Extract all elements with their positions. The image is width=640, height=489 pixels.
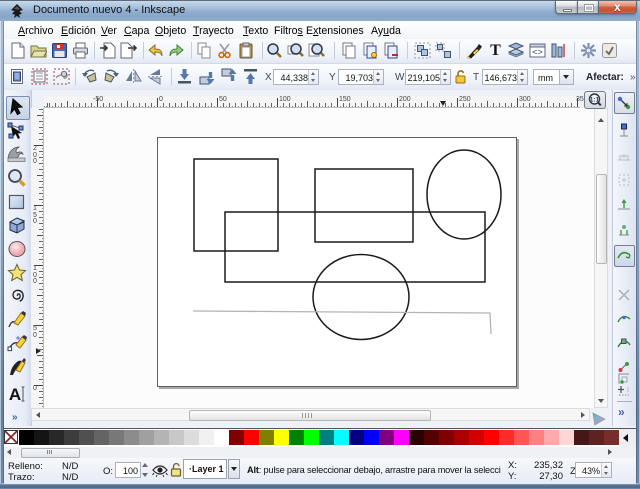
svg-text:A: A xyxy=(9,385,21,404)
svg-text:T: T xyxy=(490,42,501,58)
svg-text:<>: <> xyxy=(532,47,543,57)
svg-text:1:1: 1:1 xyxy=(590,97,600,104)
